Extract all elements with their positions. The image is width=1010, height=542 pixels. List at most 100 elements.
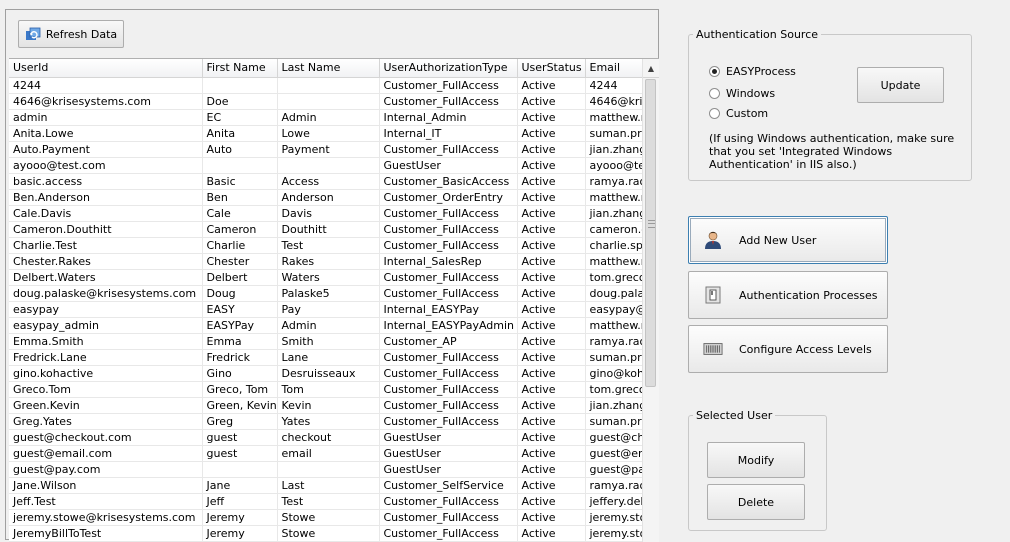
cell-user-status: Active <box>517 189 586 206</box>
table-row[interactable]: 4646@krisesystems.com Doe Customer_FullAcc… <box>9 93 647 110</box>
authentication-processes-button[interactable]: Authentication Processes <box>688 271 888 319</box>
cell-authorization-type: Customer_FullAccess <box>379 397 518 414</box>
cell-userid: Cale.Davis <box>9 205 203 222</box>
column-header-first-name[interactable]: First Name <box>202 59 278 78</box>
cell-user-status: Active <box>517 445 586 462</box>
cell-last-name: Smith <box>277 333 380 350</box>
table-row[interactable]: ayooo@test.com GuestUserActiveayooo@test <box>9 157 647 174</box>
table-row[interactable]: doug.palaske@krisesystems.com Doug Palaske… <box>9 285 647 302</box>
table-row[interactable]: gino.kohactive Gino Desruisseaux Customer_F… <box>9 365 647 382</box>
cell-first-name: Green, Kevin <box>202 397 278 414</box>
cell-user-status: Active <box>517 125 586 142</box>
cell-user-status: Active <box>517 381 586 398</box>
cell-email: tom.greco@ <box>585 269 647 286</box>
radio-custom[interactable]: Custom <box>709 107 768 120</box>
refresh-data-button[interactable]: Refresh Data <box>18 20 124 48</box>
radio-easyprocess-button[interactable] <box>709 66 720 77</box>
grid-vertical-scrollbar[interactable]: ▲ <box>642 59 659 542</box>
radio-custom-button[interactable] <box>709 108 720 119</box>
update-button[interactable]: Update <box>857 67 944 103</box>
cell-first-name: Cameron <box>202 221 278 238</box>
cell-userid: Emma.Smith <box>9 333 203 350</box>
cell-authorization-type: Customer_SelfService <box>379 477 518 494</box>
table-row[interactable]: Delbert.Waters Delbert Waters Customer_Full… <box>9 269 647 286</box>
radio-easyprocess[interactable]: EASYProcess <box>709 65 796 78</box>
table-row[interactable]: admin EC Admin Internal_Admin Active matthew.… <box>9 109 647 126</box>
modify-button[interactable]: Modify <box>707 442 805 478</box>
table-row[interactable]: guest@pay.com GuestUser Active guest@pay <box>9 461 647 478</box>
column-header-user-status[interactable]: UserStatus <box>517 59 586 78</box>
column-header-last-name[interactable]: Last Name <box>277 59 380 78</box>
scroll-up-arrow-icon[interactable]: ▲ <box>643 59 659 78</box>
cell-first-name: Jeremy <box>202 509 278 526</box>
scrollbar-thumb[interactable] <box>645 79 656 387</box>
column-header-userid[interactable]: UserId <box>9 59 203 78</box>
cell-userid: Charlie.Test <box>9 237 203 254</box>
cell-last-name: Douthitt <box>277 221 380 238</box>
cell-email: matthew.mi <box>585 109 647 126</box>
table-row[interactable]: Cale.Davis Cale Davis Customer_FullAccess Ac… <box>9 205 647 222</box>
cell-authorization-type: Internal_Admin <box>379 109 518 126</box>
delete-button[interactable]: Delete <box>707 484 805 520</box>
table-row[interactable]: Anita.Lowe Anita Lowe Internal_IT Active suma… <box>9 125 647 142</box>
table-row[interactable]: Green.Kevin Green, Kevin Kevin Customer_Ful… <box>9 397 647 414</box>
cell-first-name: guest <box>202 445 278 462</box>
cell-authorization-type: GuestUser <box>379 429 518 446</box>
table-row[interactable]: Greg.Yates Greg Yates Customer_FullAccess Ac… <box>9 413 647 430</box>
cell-authorization-type: Customer_FullAccess <box>379 349 518 366</box>
authentication-source-legend: Authentication Source <box>696 28 819 41</box>
authentication-source-group: Authentication Source EASYProcess Window… <box>688 28 972 181</box>
table-row[interactable]: Greco.Tom Greco, Tom Tom Customer_FullAcces… <box>9 381 647 398</box>
table-row[interactable]: 4244 Customer_FullAccess Active 4244 <box>9 77 647 94</box>
cell-last-name: Waters <box>277 269 380 286</box>
cell-email: matthew.mi <box>585 189 647 206</box>
table-row[interactable]: guest@checkout.com guest checkout GuestUser… <box>9 429 647 446</box>
cell-last-name: Rakes <box>277 253 380 270</box>
table-row[interactable]: basic.access Basic Access Customer_BasicAcc… <box>9 173 647 190</box>
cell-first-name: Delbert <box>202 269 278 286</box>
table-row[interactable]: Chester.Rakes Chester Rakes Internal_SalesR… <box>9 253 647 270</box>
cell-last-name: Admin <box>277 109 380 126</box>
table-row[interactable]: easypay EASY Pay Internal_EASYPay Active easy… <box>9 301 647 318</box>
users-grid[interactable]: UserId First Name Last Name UserAuthoriz… <box>9 58 659 542</box>
cell-last-name <box>277 461 380 478</box>
cell-authorization-type: Customer_FullAccess <box>379 269 518 286</box>
radio-windows-button[interactable] <box>709 88 720 99</box>
cell-user-status: Active <box>517 93 586 110</box>
table-row[interactable]: Ben.Anderson Ben Anderson Customer_OrderEnt… <box>9 189 647 206</box>
table-row[interactable]: Auto.Payment Auto Payment Customer_FullAcce… <box>9 141 647 158</box>
table-row[interactable]: Jane.Wilson Jane Last Customer_SelfService A… <box>9 477 647 494</box>
cell-email: ramya.rao@ <box>585 173 647 190</box>
cell-last-name: Lowe <box>277 125 380 142</box>
radio-windows-label: Windows <box>726 87 776 100</box>
cell-first-name: guest <box>202 429 278 446</box>
cell-authorization-type: Customer_FullAccess <box>379 509 518 526</box>
add-new-user-button[interactable]: Add New User <box>688 216 888 264</box>
cell-authorization-type: Internal_EASYPay <box>379 301 518 318</box>
table-row[interactable]: Fredrick.Lane Fredrick Lane Customer_FullAc… <box>9 349 647 366</box>
cell-userid: Chester.Rakes <box>9 253 203 270</box>
cell-last-name: Last <box>277 477 380 494</box>
table-row[interactable]: Emma.Smith Emma Smith Customer_AP Active ramy… <box>9 333 647 350</box>
cell-user-status: Active <box>517 237 586 254</box>
cell-email: jeremy.stov <box>585 525 647 542</box>
cell-email: matthew.mi <box>585 317 647 334</box>
table-row[interactable]: Jeff.Test Jeff Test Customer_FullAccess Acti… <box>9 493 647 510</box>
column-header-authorization-type[interactable]: UserAuthorizationType <box>379 59 518 78</box>
column-header-email[interactable]: Email <box>585 59 647 78</box>
radio-windows[interactable]: Windows <box>709 87 775 100</box>
cell-user-status: Active <box>517 477 586 494</box>
table-row[interactable]: easypay_admin EASYPay Admin Internal_EASYPa… <box>9 317 647 334</box>
table-row[interactable]: jeremy.stowe@krisesystems.com Jeremy Stowe… <box>9 509 647 526</box>
grid-header-row: UserId First Name Last Name UserAuthoriz… <box>9 59 647 78</box>
configure-access-levels-button[interactable]: Configure Access Levels <box>688 325 888 373</box>
cell-authorization-type: Internal_EASYPayAdmin <box>379 317 518 334</box>
table-row[interactable]: Cameron.Douthitt Cameron Douthitt Customer_… <box>9 221 647 238</box>
selected-user-group: Selected User Modify Delete <box>688 409 827 531</box>
table-row[interactable]: guest@email.com guest email GuestUser Active… <box>9 445 647 462</box>
table-row[interactable]: Charlie.Test Charlie Test Customer_FullAcce… <box>9 237 647 254</box>
table-row[interactable]: JeremyBillToTest Jeremy Stowe Customer_Full… <box>9 525 647 542</box>
cell-user-status: Active <box>517 397 586 414</box>
cell-first-name: EASYPay <box>202 317 278 334</box>
cell-email: doug.palasl <box>585 285 647 302</box>
